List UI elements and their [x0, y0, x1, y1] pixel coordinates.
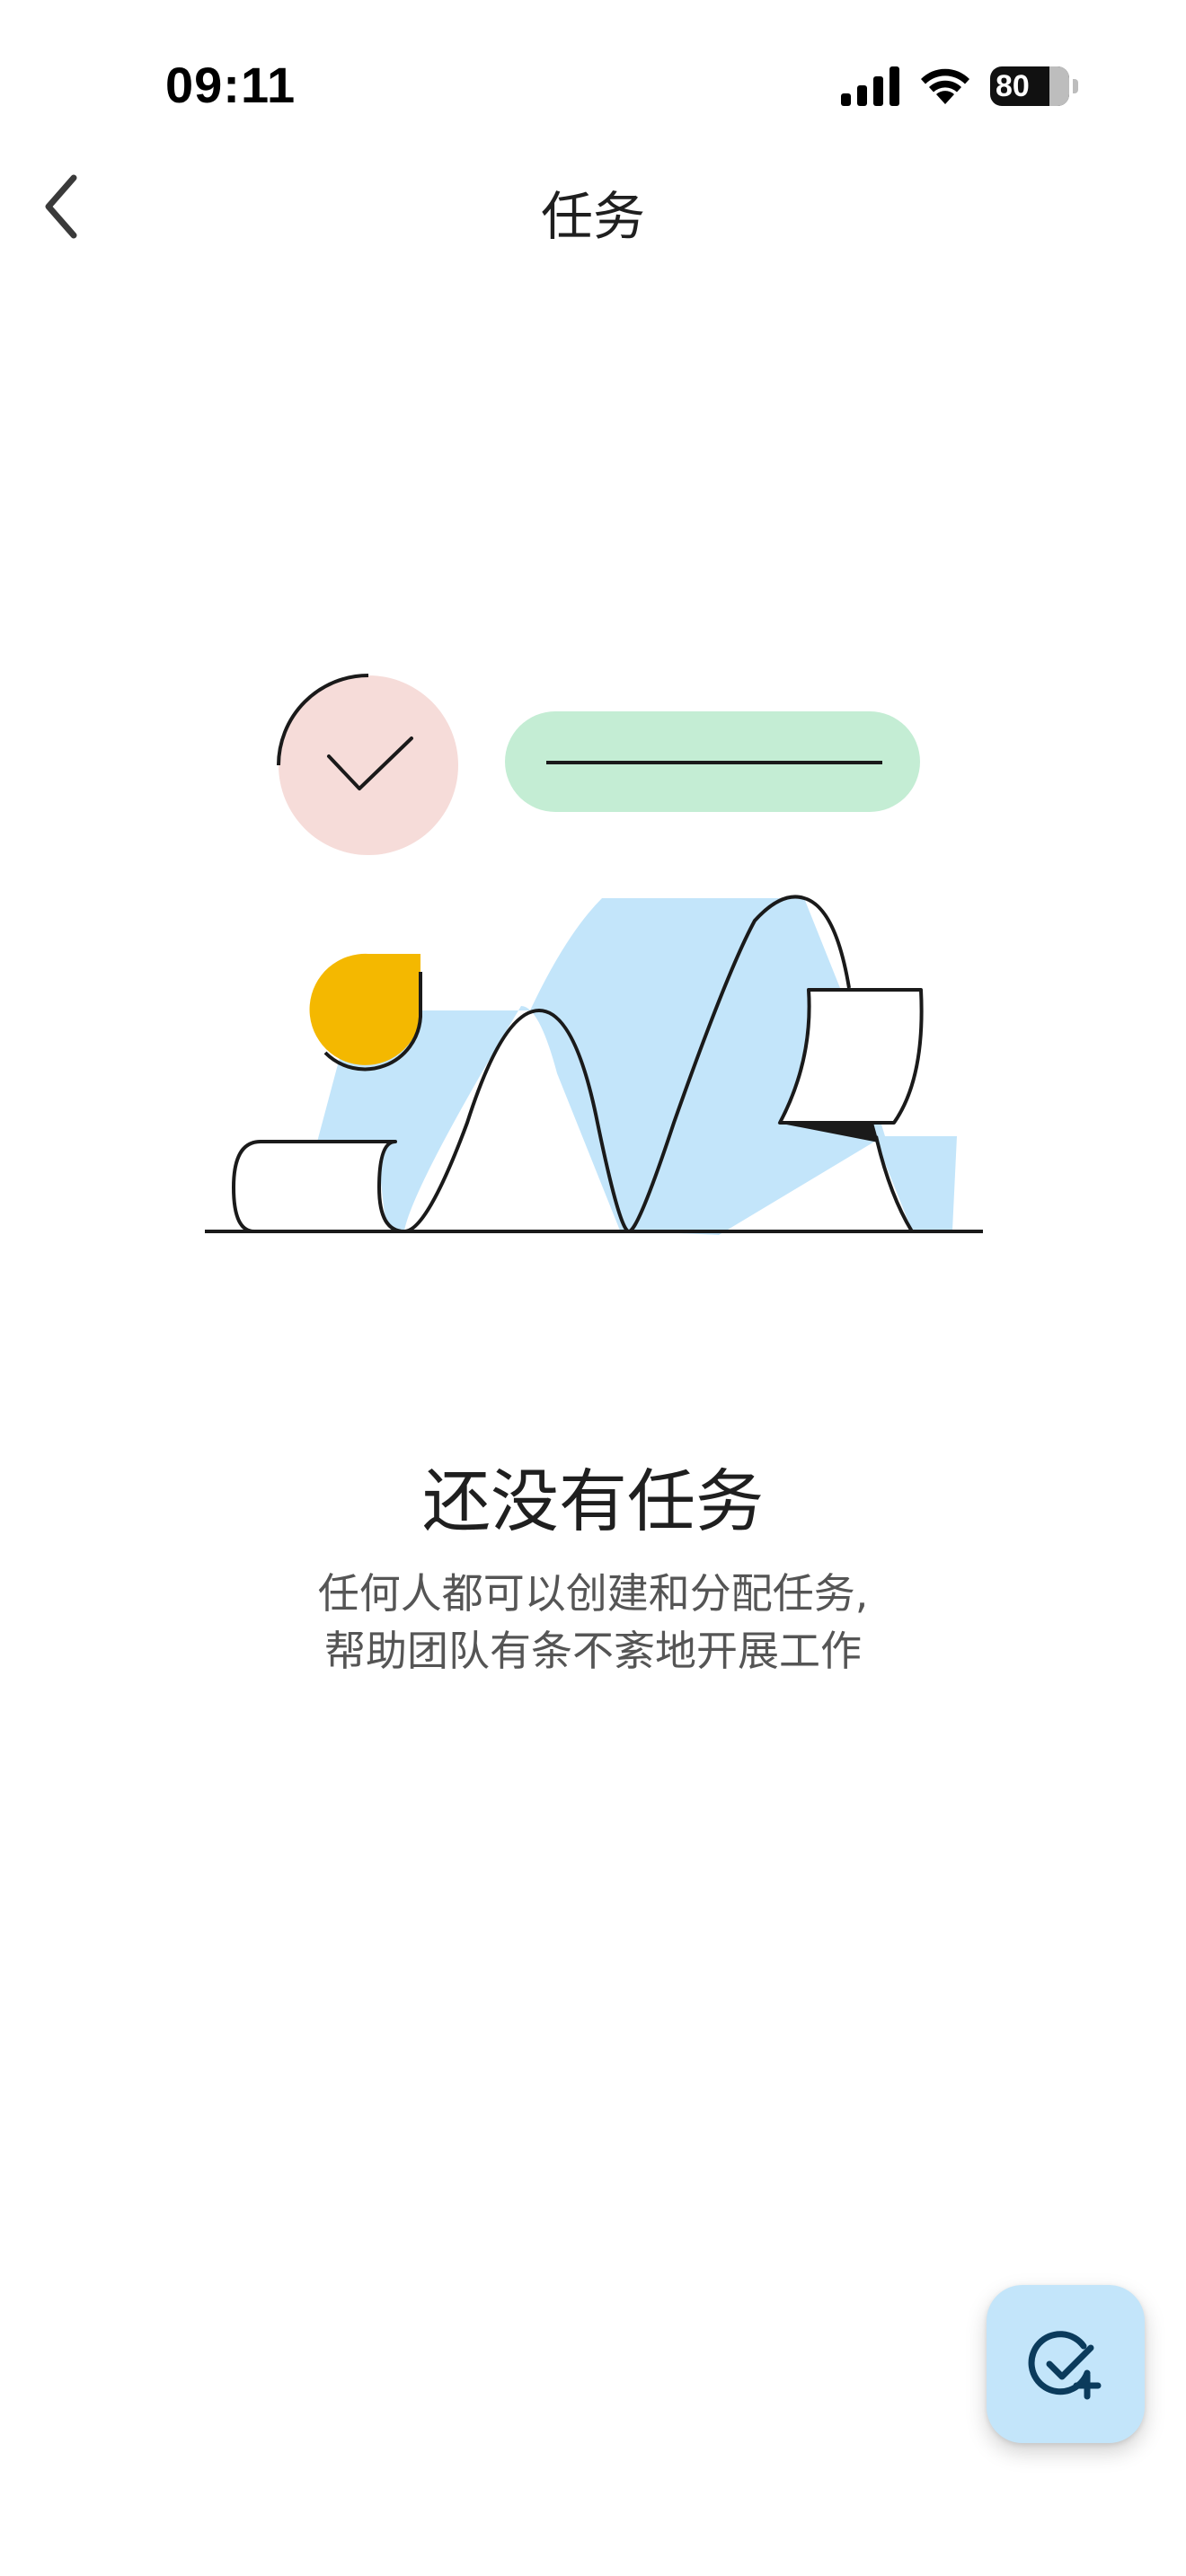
status-time: 09:11	[165, 57, 296, 113]
tasks-screen: 09:11 80 任务 还没有任务 任何人都可以创建和分配任务, 帮助团队有条不…	[0, 0, 1186, 2576]
description-line-1: 任何人都可以创建和分配任务,	[317, 1569, 869, 1618]
wifi-icon	[921, 68, 969, 104]
battery-tip	[1073, 79, 1078, 93]
page-title: 任务	[540, 186, 645, 247]
scroll-roll	[232, 1140, 406, 1233]
empty-state-description: 任何人都可以创建和分配任务, 帮助团队有条不紊地开展工作	[234, 1565, 952, 1680]
description-line-2: 帮助团队有条不紊地开展工作	[324, 1627, 862, 1675]
yellow-blob	[309, 953, 420, 1065]
battery-level: 80	[996, 68, 1030, 103]
status-bar: 09:11 80	[0, 0, 1186, 171]
status-icons: 80	[841, 65, 1078, 108]
cellular-signal-icon	[841, 66, 899, 106]
empty-tasks-illustration	[205, 674, 983, 1235]
battery-bolt	[1049, 66, 1069, 106]
add-task-button[interactable]	[987, 2285, 1145, 2443]
battery-charging-icon: 80	[990, 66, 1069, 106]
nav-bar: 任务	[0, 162, 1186, 251]
add-task-check-plus-icon	[1028, 2331, 1102, 2400]
empty-state-title: 还没有任务	[422, 1461, 764, 1541]
